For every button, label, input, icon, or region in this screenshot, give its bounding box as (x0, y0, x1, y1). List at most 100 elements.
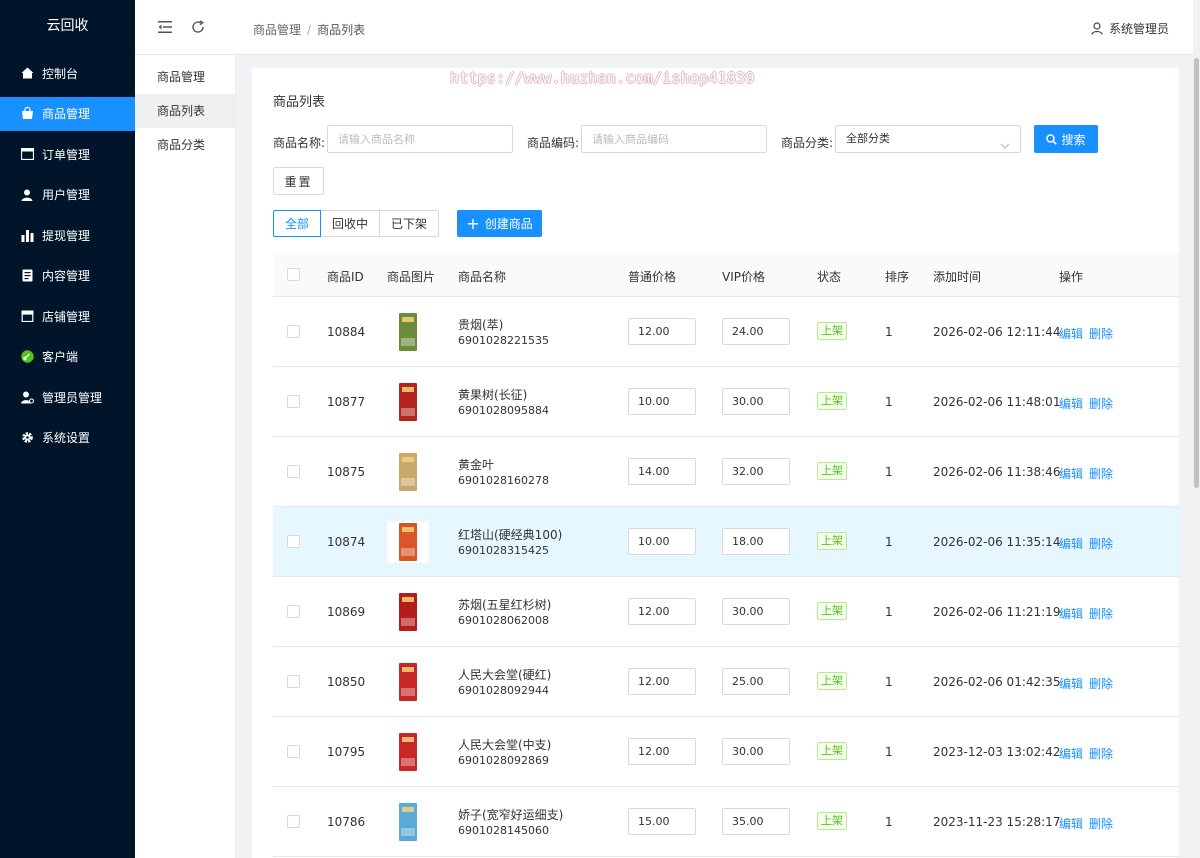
sidebar-nav: 控制台商品管理订单管理用户管理提现管理内容管理店铺管理客户端管理员管理系统设置 (0, 52, 135, 455)
normal-price-input[interactable]: 10.00 (628, 388, 696, 415)
delete-link[interactable]: 删除 (1089, 747, 1113, 761)
status-tab[interactable]: 回收中 (320, 210, 381, 237)
sidebar-item[interactable]: 管理员管理 (0, 380, 135, 414)
normal-price-input[interactable]: 15.00 (628, 808, 696, 835)
category-select[interactable]: 全部分类 (835, 125, 1021, 153)
row-actions: 编辑 删除 (1059, 535, 1119, 552)
sidebar-item[interactable]: 提现管理 (0, 218, 135, 252)
user-menu[interactable]: 系统管理员 (1091, 20, 1169, 37)
delete-link[interactable]: 删除 (1089, 327, 1113, 341)
product-code: 6901028092869 (458, 754, 549, 767)
row-actions: 编辑 删除 (1059, 605, 1119, 622)
edit-link[interactable]: 编辑 (1059, 677, 1083, 691)
delete-link[interactable]: 删除 (1089, 397, 1113, 411)
sort-value: 1 (885, 675, 893, 689)
product-name: 人民大会堂(硬红) (458, 668, 552, 682)
status-tab[interactable]: 已下架 (379, 210, 440, 237)
table-header: 商品ID 商品图片 商品名称 普通价格 VIP价格 状态 排序 添加时间 操作 (273, 253, 1179, 297)
edit-link[interactable]: 编辑 (1059, 537, 1083, 551)
product-code-input[interactable] (581, 125, 767, 153)
row-checkbox[interactable] (287, 675, 300, 688)
sidebar-item[interactable]: 系统设置 (0, 421, 135, 455)
delete-link[interactable]: 删除 (1089, 537, 1113, 551)
create-product-button[interactable]: + 创建商品 (457, 210, 542, 237)
submenu-item[interactable]: 商品列表 (135, 94, 235, 128)
refresh-icon[interactable] (190, 19, 206, 35)
page-scrollbar[interactable] (1193, 0, 1200, 858)
delete-link[interactable]: 删除 (1089, 607, 1113, 621)
normal-price-input[interactable]: 12.00 (628, 318, 696, 345)
vip-price-input[interactable]: 32.00 (722, 458, 790, 485)
sidebar-item-label: 商品管理 (42, 107, 91, 121)
scrollbar-thumb[interactable] (1194, 58, 1199, 488)
breadcrumb-item-parent[interactable]: 商品管理 (253, 23, 301, 37)
row-checkbox[interactable] (287, 605, 300, 618)
sort-value: 1 (885, 605, 893, 619)
normal-price-input[interactable]: 14.00 (628, 458, 696, 485)
sidebar-item[interactable]: 客户端 (0, 340, 135, 374)
submenu-item[interactable]: 商品分类 (135, 128, 235, 162)
edit-link[interactable]: 编辑 (1059, 607, 1083, 621)
edit-link[interactable]: 编辑 (1059, 817, 1083, 831)
delete-link[interactable]: 删除 (1089, 817, 1113, 831)
status-badge: 上架 (817, 392, 847, 410)
sidebar-item[interactable]: 用户管理 (0, 178, 135, 212)
vip-price-input[interactable]: 30.00 (722, 388, 790, 415)
table-row: 10875 黄金叶 6901028160278 14.00 32.00 上架 1 2026-0… (273, 437, 1179, 507)
vip-price-input[interactable]: 25.00 (722, 668, 790, 695)
product-code: 6901028062008 (458, 614, 549, 627)
row-checkbox[interactable] (287, 465, 300, 478)
vip-price-input[interactable]: 24.00 (722, 318, 790, 345)
product-name: 黄金叶 (458, 458, 495, 472)
edit-link[interactable]: 编辑 (1059, 397, 1083, 411)
row-checkbox[interactable] (287, 325, 300, 338)
normal-price-input[interactable]: 12.00 (628, 738, 696, 765)
status-badge: 上架 (817, 602, 847, 620)
vip-price-input[interactable]: 30.00 (722, 598, 790, 625)
submenu-item[interactable]: 商品管理 (135, 60, 235, 94)
sidebar-item[interactable]: 订单管理 (0, 137, 135, 171)
sort-value: 1 (885, 815, 893, 829)
normal-price-input[interactable]: 12.00 (628, 598, 696, 625)
bar-chart-icon (20, 228, 34, 242)
sidebar-item[interactable]: 店铺管理 (0, 299, 135, 333)
sidebar-item[interactable]: 内容管理 (0, 259, 135, 293)
product-name: 人民大会堂(中支) (458, 738, 552, 752)
product-name-input[interactable] (327, 125, 513, 153)
normal-price-input[interactable]: 12.00 (628, 668, 696, 695)
vip-price-input[interactable]: 30.00 (722, 738, 790, 765)
row-actions: 编辑 删除 (1059, 325, 1119, 342)
select-all-checkbox[interactable] (287, 268, 300, 281)
sort-value: 1 (885, 745, 893, 759)
collapse-menu-icon[interactable] (157, 19, 173, 35)
table-row: 10786 娇子(宽窄好运细支) 6901028145060 15.00 35.00 上架… (273, 787, 1179, 857)
vip-price-input[interactable]: 18.00 (722, 528, 790, 555)
search-button[interactable]: 搜索 (1034, 125, 1098, 153)
status-tabs: 全部 回收中 已下架 (273, 210, 440, 237)
search-icon (1046, 133, 1058, 145)
sidebar-item-label: 内容管理 (42, 269, 91, 283)
category-label: 商品分类: (781, 136, 834, 150)
row-checkbox[interactable] (287, 745, 300, 758)
column-header: 商品图片 (387, 270, 436, 284)
product-id: 10884 (327, 325, 366, 339)
edit-link[interactable]: 编辑 (1059, 467, 1083, 481)
row-actions: 编辑 删除 (1059, 745, 1119, 762)
reset-button[interactable]: 重置 (273, 167, 324, 195)
vip-price-input[interactable]: 35.00 (722, 808, 790, 835)
product-id: 10875 (327, 465, 366, 479)
product-image (387, 731, 429, 773)
normal-price-input[interactable]: 10.00 (628, 528, 696, 555)
product-name: 贵烟(萃) (458, 318, 504, 332)
status-tab[interactable]: 全部 (273, 210, 322, 237)
delete-link[interactable]: 删除 (1089, 467, 1113, 481)
row-checkbox[interactable] (287, 535, 300, 548)
sidebar-item[interactable]: 控制台 (0, 56, 135, 90)
delete-link[interactable]: 删除 (1089, 677, 1113, 691)
edit-link[interactable]: 编辑 (1059, 747, 1083, 761)
row-checkbox[interactable] (287, 395, 300, 408)
sidebar-item[interactable]: 商品管理 (0, 96, 135, 131)
column-header: 排序 (885, 270, 910, 284)
row-checkbox[interactable] (287, 815, 300, 828)
edit-link[interactable]: 编辑 (1059, 327, 1083, 341)
